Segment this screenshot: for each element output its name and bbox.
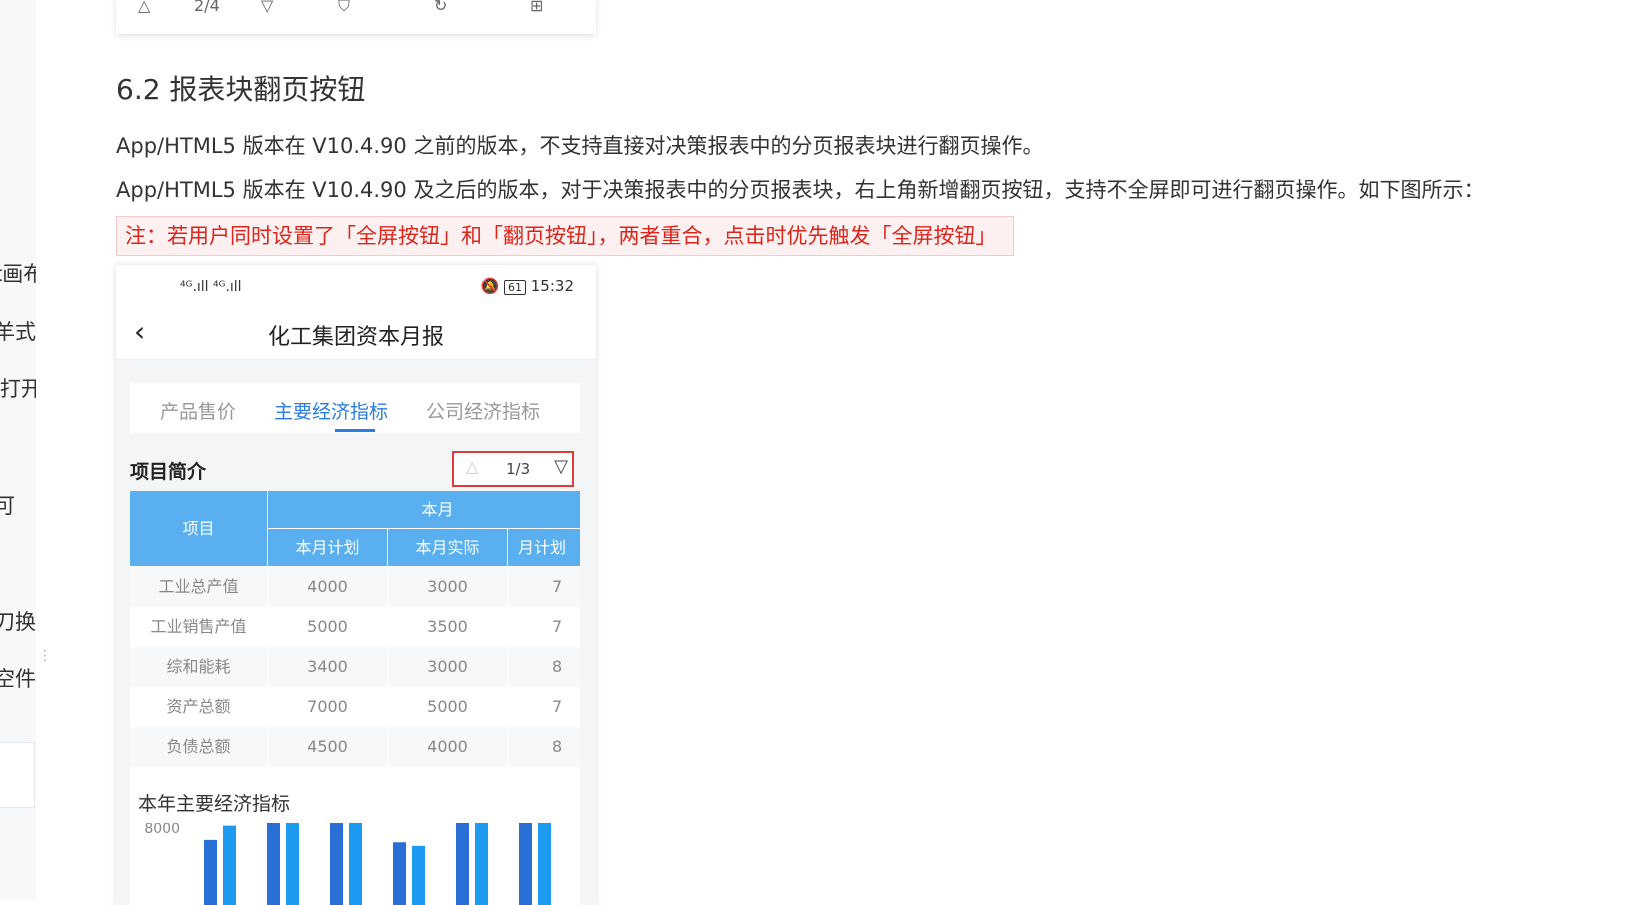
signal-icon: ⁴ᴳ.ıll ⁴ᴳ.ıll <box>180 279 242 295</box>
table-cell: 3000 <box>388 647 508 687</box>
report-table: 项目 本月 本月计划 本月实际 月计划 工业总产值 4000 3000 7 工业销售产值… <box>130 491 580 789</box>
subheader-plan: 本月计划 <box>268 529 388 567</box>
chart-bar <box>286 823 299 905</box>
sidebar-item[interactable]: j打开 <box>0 373 36 403</box>
table-cell: 资产总额 <box>130 687 268 727</box>
table-cell: 4000 <box>388 727 508 767</box>
page-down-icon[interactable]: ▽ <box>554 456 568 477</box>
table-cell: 综和能耗 <box>130 647 268 687</box>
table-row: 负债总额 4500 4000 8 <box>130 727 580 767</box>
table-cell: 5000 <box>268 607 388 647</box>
tab-main-indicators[interactable]: 主要经济指标 <box>274 397 388 424</box>
chart-bar <box>330 823 343 905</box>
paragraph-1: App/HTML5 版本在 V10.4.90 之前的版本，不支持直接对决策报表中… <box>116 134 1044 158</box>
sidebar-item[interactable]: 可 <box>0 490 15 520</box>
table-row: 综和能耗 3400 3000 8 <box>130 647 580 687</box>
table-cell: 3000 <box>388 567 508 607</box>
header-month: 本月 <box>268 491 580 529</box>
page-number: 1/3 <box>506 460 531 478</box>
table-row: 资产总额 7000 5000 7 <box>130 687 580 727</box>
chart-bar <box>267 823 280 905</box>
page-turn-control: △ 1/3 ▽ <box>452 451 574 487</box>
previous-figure-toolbar: △ 2/4 ▽ ⛉ ↻ ⊞ <box>116 0 596 34</box>
phone-screenshot: ⁴ᴳ.ıll ⁴ᴳ.ıll 🔕 61 15:32 ‹ 化工集团资本月报 产品售价… <box>116 265 596 905</box>
bar-chart: 120008000 <box>144 823 551 905</box>
note-callout: 注：若用户同时设置了「全屏按钮」和「翻页按钮」，两者重合，点击时优先触发「全屏按… <box>116 216 1014 256</box>
sidebar-panel <box>0 742 35 808</box>
chart-bar <box>475 823 488 905</box>
tab-bar: 产品售价 主要经济指标 公司经济指标 <box>130 383 580 433</box>
table-cell: 7 <box>508 607 580 647</box>
table-cell: 8 <box>508 727 580 767</box>
table-row: 工业总产值 4000 3000 7 <box>130 567 580 607</box>
active-tab-indicator <box>335 429 375 432</box>
table-row: 工业销售产值 5000 3500 7 <box>130 607 580 647</box>
filter-icon[interactable]: ⛉ <box>338 0 350 16</box>
table-cell: 4000 <box>268 567 388 607</box>
table-cell: 3400 <box>268 647 388 687</box>
chart-title: 本年主要经济指标 <box>138 793 291 815</box>
chart-card: 本年主要经济指标 120008000 <box>130 779 580 905</box>
table-cell: 7000 <box>268 687 388 727</box>
table-cell: 8 <box>508 647 580 687</box>
y-tick-label: 8000 <box>144 823 180 837</box>
tab-company-indicators[interactable]: 公司经济指标 <box>426 397 540 424</box>
paragraph-2: App/HTML5 版本在 V10.4.90 及之后的版本，对于决策报表中的分页… <box>116 178 1485 202</box>
table-cell: 5000 <box>388 687 508 727</box>
report-title: 化工集团资本月报 <box>267 325 444 350</box>
mute-icon: 🔕 <box>480 277 500 295</box>
chart-bar <box>412 845 425 905</box>
up-arrow-icon[interactable]: △ <box>138 0 150 15</box>
page-up-icon[interactable]: △ <box>466 457 478 476</box>
down-arrow-icon[interactable]: ▽ <box>261 0 273 15</box>
left-sidebar: t画布羊式 j打开可刀换空件相 <box>0 0 36 900</box>
sidebar-item[interactable]: t画布 <box>0 258 36 288</box>
chart-bar <box>223 825 236 905</box>
chart-bar <box>393 842 406 905</box>
sidebar-item[interactable]: 空件相 <box>0 663 36 693</box>
section-title: 6.2 报表块翻页按钮 <box>116 73 366 106</box>
table-cell: 7 <box>508 687 580 727</box>
refresh-icon[interactable]: ↻ <box>434 0 447 15</box>
status-right: 🔕 61 15:32 <box>481 277 574 295</box>
table-cell: 工业销售产值 <box>130 607 268 647</box>
status-bar: ⁴ᴳ.ıll ⁴ᴳ.ıll 🔕 61 15:32 <box>116 265 596 305</box>
subheader-actual: 本月实际 <box>388 529 508 567</box>
chart-bar <box>204 839 217 905</box>
chart-bar <box>519 823 532 905</box>
header-item: 项目 <box>130 491 268 567</box>
page-indicator: 2/4 <box>194 0 220 15</box>
table-cell: 负债总额 <box>130 727 268 767</box>
table-cell: 7 <box>508 567 580 607</box>
table-cell: 4500 <box>268 727 388 767</box>
sidebar-item[interactable]: 羊式 <box>0 316 36 346</box>
battery-icon: 61 <box>503 280 526 295</box>
grid-icon[interactable]: ⊞ <box>530 0 543 15</box>
chart-bar <box>456 823 469 905</box>
tab-product-price[interactable]: 产品售价 <box>160 397 236 424</box>
chart-bar <box>349 823 362 905</box>
subheader-month-plan: 月计划 <box>508 529 580 567</box>
block-title: 项目简介 <box>130 461 207 483</box>
sidebar-item[interactable]: 刀换 <box>0 606 36 636</box>
status-time: 15:32 <box>530 277 574 295</box>
resize-handle[interactable]: ⋮ <box>38 648 52 664</box>
table-cell: 工业总产值 <box>130 567 268 607</box>
table-cell: 3500 <box>388 607 508 647</box>
chart-bar <box>538 823 551 905</box>
nav-bar: ‹ 化工集团资本月报 <box>116 305 596 360</box>
